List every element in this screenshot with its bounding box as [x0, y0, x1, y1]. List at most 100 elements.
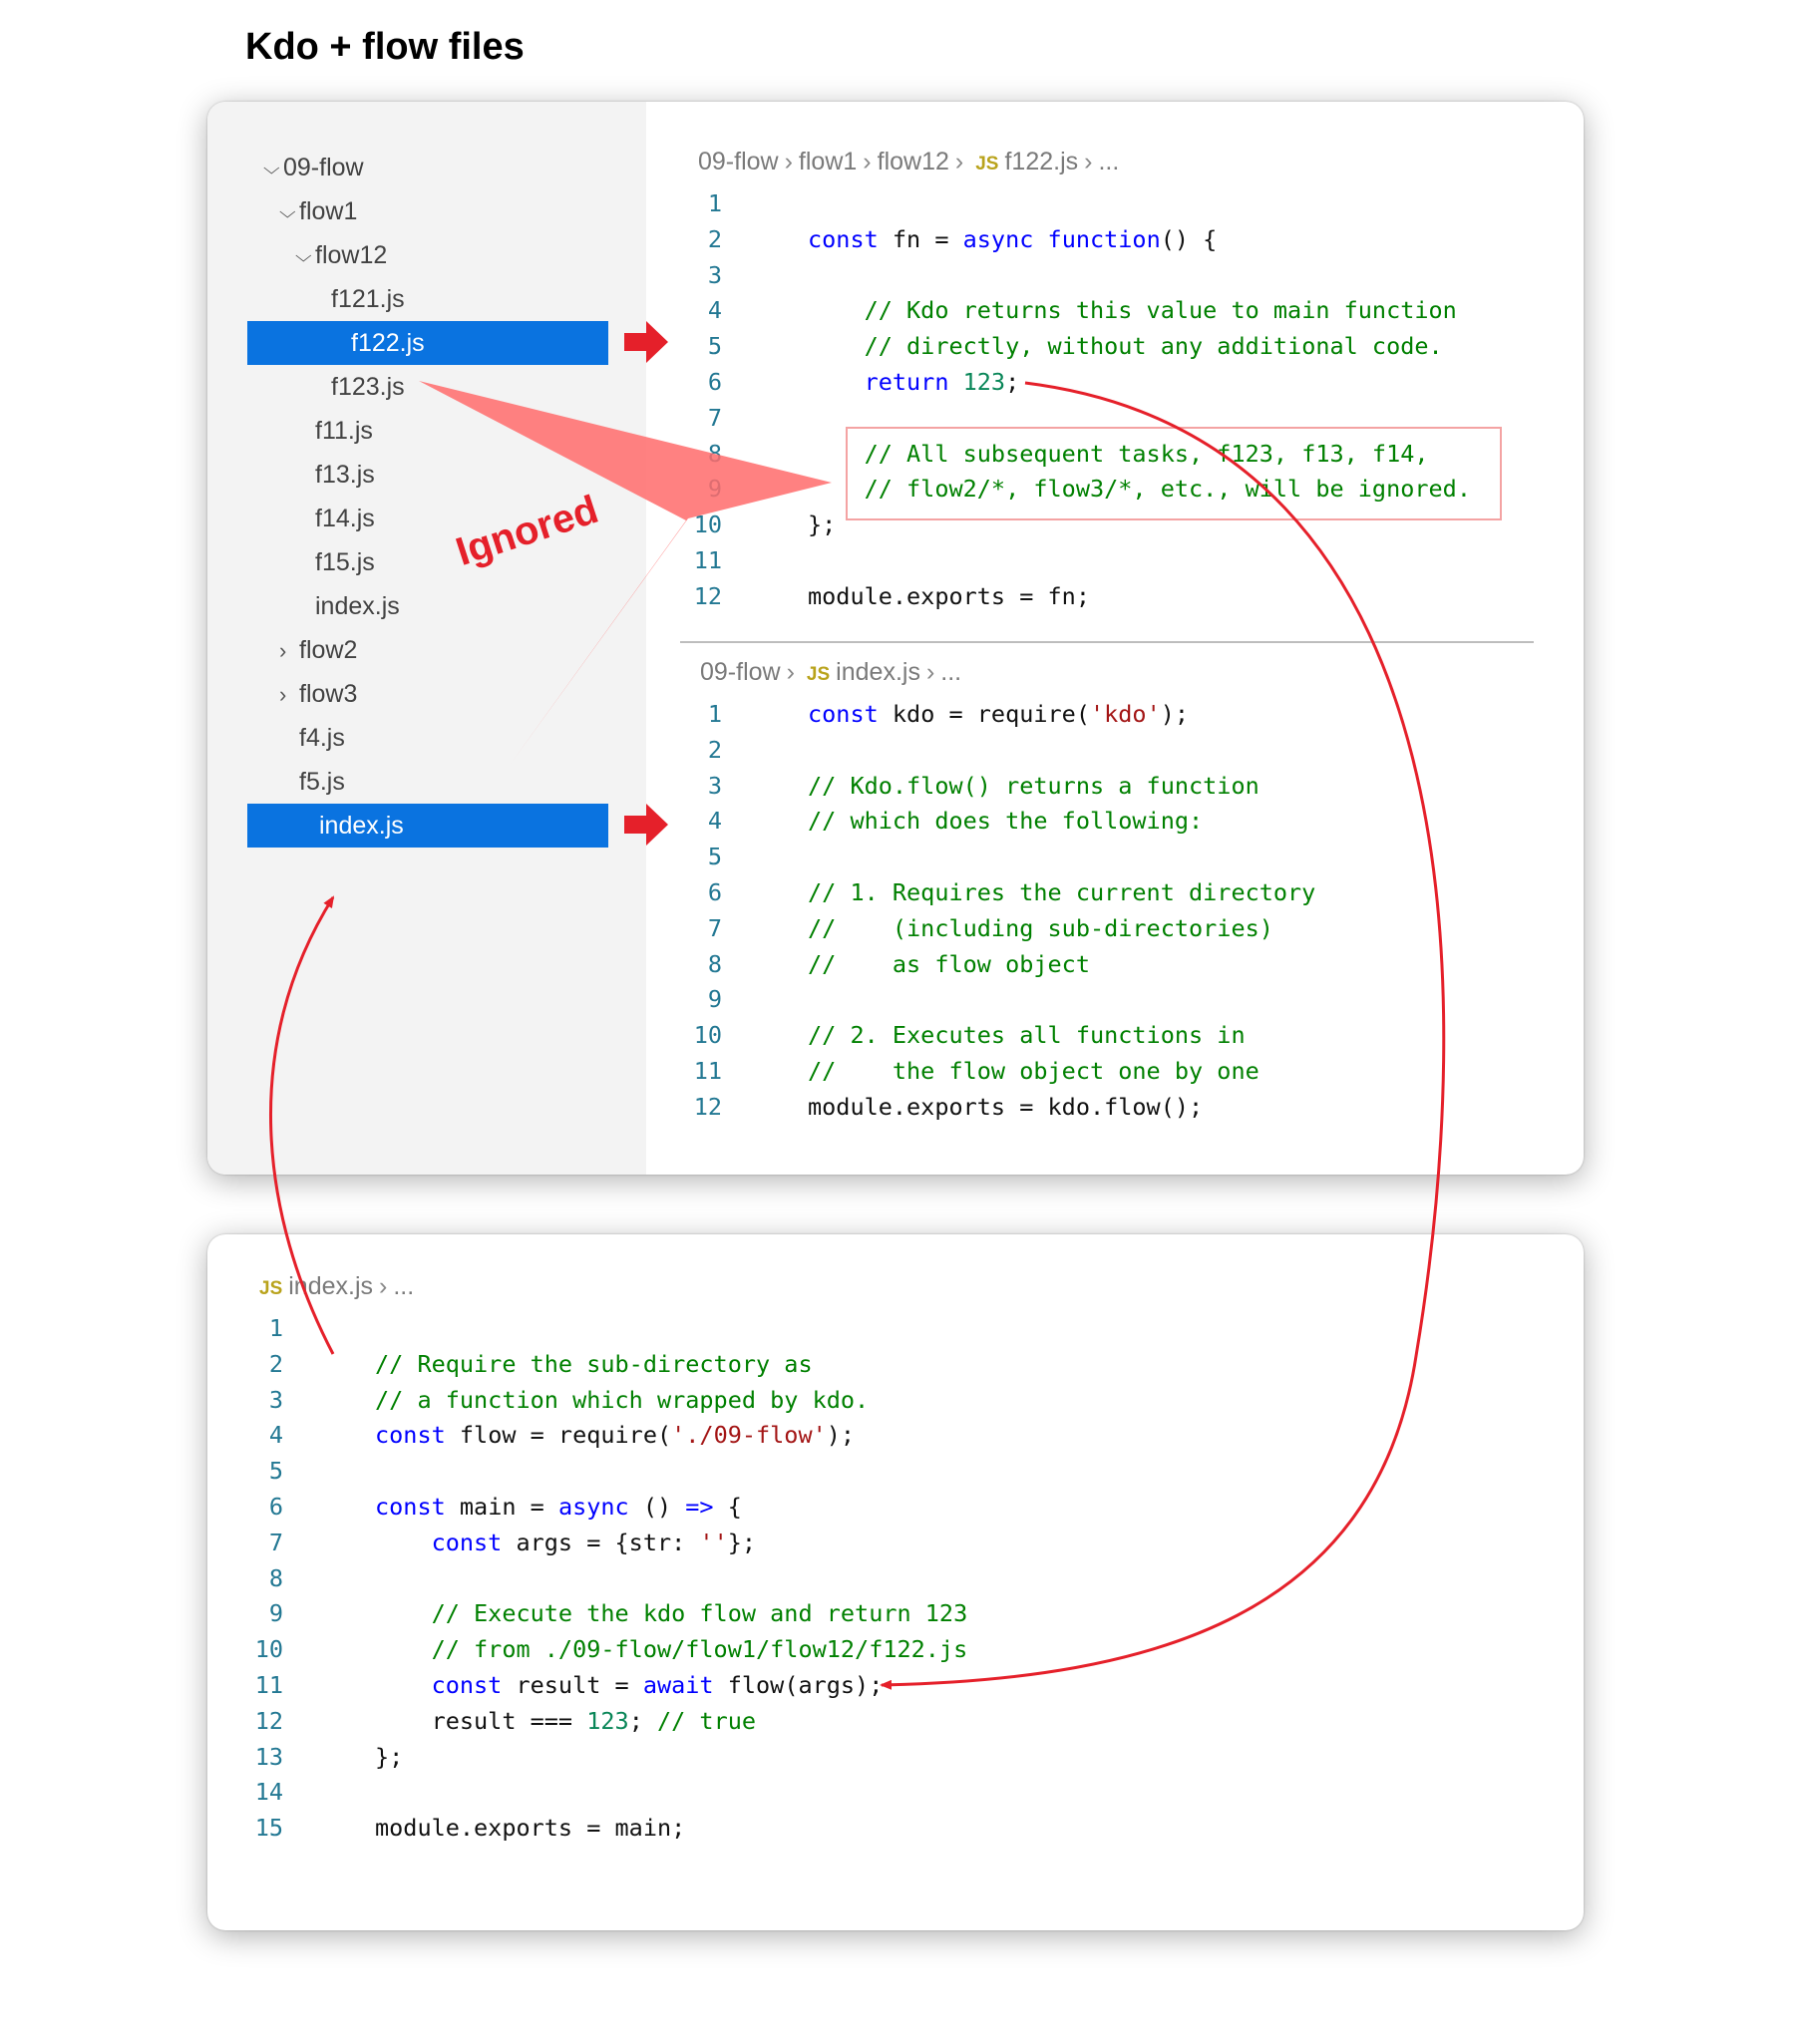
chevron-right-icon: ›	[784, 148, 793, 175]
line-number: 5	[268, 1457, 283, 1486]
line-number: 1	[707, 189, 722, 217]
line-number: 14	[254, 1778, 283, 1807]
breadcrumb-item[interactable]: 09-flow	[698, 148, 779, 175]
code-token: // Execute the kdo flow and return 123	[431, 1599, 968, 1628]
chevron-down-icon[interactable]: ⌵	[295, 238, 315, 273]
line-number: 9	[268, 1599, 283, 1628]
chevron-right-icon[interactable]: ›	[279, 629, 299, 673]
line-number: 12	[693, 1092, 722, 1121]
code-token: // 2. Executes all functions in	[808, 1021, 1246, 1050]
code-text: // directly, without any additional code…	[808, 328, 1443, 364]
breadcrumb-item[interactable]: 09-flow	[700, 658, 781, 686]
code-token: // 1. Requires the current directory	[808, 878, 1316, 906]
code-text: module.exports = main;	[375, 1810, 685, 1846]
code-token: };	[375, 1742, 404, 1771]
line-number: 11	[254, 1671, 283, 1699]
explorer-item[interactable]: ⌵ flow12	[295, 233, 387, 277]
line-number: 6	[707, 878, 722, 906]
code-token: const	[808, 700, 879, 728]
breadcrumb-item[interactable]: flow1	[799, 148, 857, 175]
explorer-item[interactable]: f121.js	[311, 277, 405, 321]
code-token: );	[1160, 700, 1190, 728]
explorer-item[interactable]: f122.js	[247, 321, 608, 365]
explorer-item-label: index.js	[319, 812, 404, 840]
breadcrumb-item[interactable]: f122.js	[1004, 148, 1078, 175]
breadcrumb-item[interactable]: ...	[940, 658, 961, 686]
code-token: async	[557, 1493, 629, 1521]
explorer-item-label: f13.js	[315, 461, 375, 489]
code-editor-main-index[interactable]: 1 2// Require the sub-directory as 3// a f…	[227, 1310, 1225, 1908]
code-token: // a function which wrapped by kdo.	[375, 1385, 870, 1414]
explorer-item[interactable]: f5.js	[279, 760, 345, 804]
line-number: 11	[693, 546, 722, 574]
breadcrumb-item[interactable]: ...	[393, 1272, 414, 1300]
line-number: 7	[707, 913, 722, 942]
code-token: // the flow object one by one	[808, 1057, 1259, 1085]
code-token: module.exports = fn;	[808, 581, 1090, 610]
explorer-item[interactable]: › flow3	[279, 672, 357, 716]
explorer-item[interactable]: index.js	[247, 804, 608, 848]
code-token: const	[431, 1671, 503, 1699]
chevron-down-icon[interactable]: ⌵	[279, 194, 299, 229]
code-token: {	[713, 1493, 742, 1521]
line-number: 7	[707, 403, 722, 432]
explorer-item[interactable]: f11.js	[295, 409, 373, 453]
explorer-item[interactable]: › flow2	[279, 628, 357, 672]
code-token: const	[375, 1493, 446, 1521]
code-text: const kdo = require('kdo');	[808, 696, 1189, 732]
code-text: // 1. Requires the current directory	[808, 874, 1315, 910]
explorer-item-label: f122.js	[351, 329, 425, 357]
line-number: 9	[707, 475, 722, 504]
chevron-right-icon: ›	[379, 1272, 388, 1300]
breadcrumb-item[interactable]: ...	[1098, 148, 1119, 175]
code-editor-f122[interactable]: 1 2 const fn = async function() {3 4 // Kdo…	[666, 185, 1564, 624]
explorer-item[interactable]: f123.js	[311, 365, 405, 409]
code-text: };	[808, 507, 836, 542]
chevron-right-icon[interactable]: ›	[279, 673, 299, 717]
explorer-item-label: f121.js	[331, 285, 405, 313]
explorer-item[interactable]: ⌵ 09-flow	[263, 146, 364, 189]
explorer-item[interactable]: index.js	[295, 584, 400, 628]
explorer-item[interactable]: f15.js	[295, 540, 375, 584]
code-token: // from ./09-flow/flow1/flow12/f122.js	[431, 1635, 968, 1664]
explorer-item-label: f15.js	[315, 548, 375, 576]
explorer-item-label: f4.js	[299, 724, 345, 752]
code-token: ;	[628, 1706, 657, 1735]
chevron-down-icon[interactable]: ⌵	[263, 151, 283, 185]
code-token: module.exports = kdo.flow();	[808, 1092, 1204, 1121]
code-text: // as flow object	[808, 946, 1090, 982]
editor-window-top: ⌵ 09-flow ⌵ flow1 ⌵ flow12 f121.js f122.js f123.…	[207, 102, 1584, 1175]
breadcrumb-item[interactable]: flow12	[878, 148, 949, 175]
line-number: 8	[707, 439, 722, 468]
chevron-right-icon: ›	[863, 148, 872, 175]
code-token: // Kdo returns this value to main functi…	[864, 296, 1457, 325]
line-number: 10	[693, 1021, 722, 1050]
code-token: function	[1047, 224, 1161, 253]
line-number: 12	[254, 1706, 283, 1735]
code-token: flow(args);	[713, 1671, 884, 1699]
explorer-item[interactable]: ⌵ flow1	[279, 189, 357, 233]
explorer-item-label: 09-flow	[283, 154, 364, 181]
code-token: main =	[445, 1493, 558, 1521]
explorer-item[interactable]: f13.js	[295, 453, 375, 497]
line-number: 8	[707, 949, 722, 978]
editor-split-divider	[680, 641, 1534, 643]
explorer-item[interactable]: f14.js	[295, 497, 375, 540]
code-editor-flow-index[interactable]: 1 const kdo = require('kdo'); 2 3 // Kdo.flo…	[666, 696, 1564, 1135]
breadcrumb-item[interactable]: index.js	[836, 658, 920, 686]
breadcrumb-main-index: JS index.js ›...	[253, 1272, 414, 1301]
explorer-item-label: flow3	[299, 680, 358, 708]
breadcrumb-item[interactable]: index.js	[288, 1272, 373, 1300]
javascript-file-icon: JS	[975, 154, 999, 174]
page-title: Kdo + flow files	[245, 26, 525, 68]
line-number: 8	[268, 1563, 283, 1592]
file-explorer: ⌵ 09-flow ⌵ flow1 ⌵ flow12 f121.js f122.js f123.…	[207, 102, 646, 1175]
explorer-item[interactable]: f4.js	[279, 716, 345, 760]
line-number: 3	[268, 1385, 283, 1414]
code-text: // which does the following:	[808, 803, 1203, 839]
explorer-item-label: f5.js	[299, 768, 345, 796]
